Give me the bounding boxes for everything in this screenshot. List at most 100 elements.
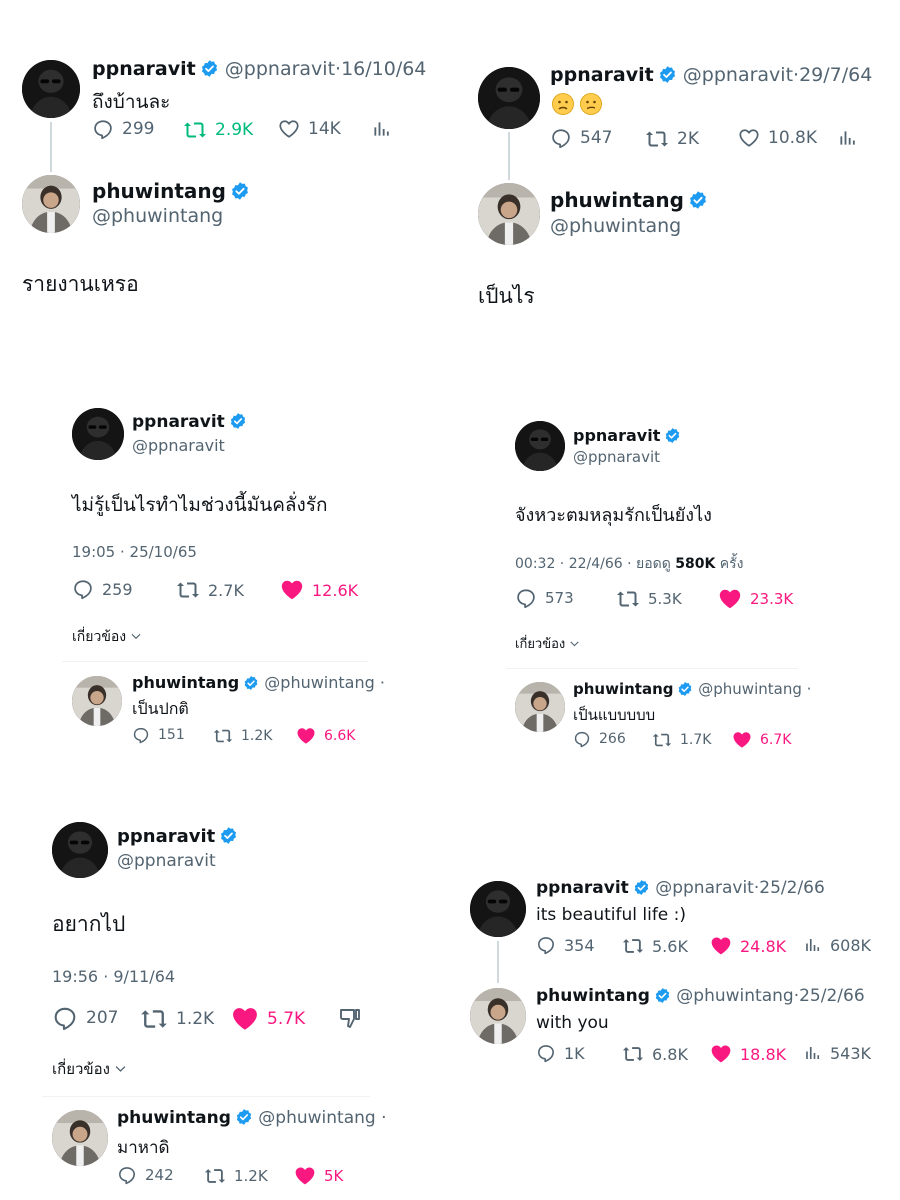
author-name[interactable]: ppnaravit — [117, 826, 215, 847]
like-button[interactable]: 5.7K — [231, 1005, 305, 1033]
reply-button[interactable]: 354 — [536, 935, 595, 955]
retweet-button[interactable]: 2.7K — [176, 578, 244, 602]
tweet-header: ppnaravit — [573, 426, 681, 445]
reply-retweet-button[interactable]: 1.7K — [652, 730, 711, 750]
ppnaravit-avatar[interactable] — [72, 408, 124, 460]
reply-handle[interactable]: @phuwintang · — [264, 673, 385, 692]
retweet-button[interactable]: 5.3K — [616, 587, 682, 611]
tweet-date[interactable]: 16/10/64 — [341, 58, 426, 80]
like-button[interactable]: 24.8K — [710, 935, 786, 957]
related-dropdown[interactable]: เกี่ยวข้อง — [52, 1057, 128, 1081]
ppnaravit-avatar[interactable] — [22, 60, 80, 118]
reply-button[interactable]: 299 — [92, 118, 154, 140]
reply-icon — [573, 730, 591, 748]
reply-author-name[interactable]: phuwintang — [573, 680, 673, 698]
views-button[interactable] — [372, 118, 400, 140]
reply-retweet-button[interactable]: 1.2K — [213, 726, 272, 746]
retweet-count: 2.9K — [215, 120, 254, 140]
reply-author-name[interactable]: phuwintang — [536, 986, 650, 1006]
author-handle[interactable]: @ppnaravit — [132, 436, 225, 455]
author-handle[interactable]: @ppnaravit — [225, 58, 335, 80]
reply-date[interactable]: 25/2/66 — [799, 986, 865, 1006]
reply-count: 259 — [102, 579, 133, 599]
reply-handle[interactable]: @phuwintang — [550, 215, 681, 237]
ppnaravit-avatar[interactable] — [52, 822, 108, 878]
reply-icon — [92, 118, 114, 140]
divider — [62, 661, 368, 662]
like-button[interactable]: 10.8K — [738, 127, 817, 149]
reply-handle[interactable]: @phuwintang — [676, 986, 793, 1006]
retweet-count: 1.2K — [241, 728, 273, 744]
author-handle[interactable]: @ppnaravit — [655, 878, 754, 898]
retweet-button[interactable]: 1.2K — [140, 1005, 214, 1033]
reply-author-name[interactable]: phuwintang — [117, 1108, 231, 1128]
author-handle[interactable]: @ppnaravit — [573, 448, 660, 466]
phuwintang-avatar[interactable] — [478, 183, 540, 245]
phuwintang-avatar[interactable] — [72, 676, 122, 726]
reply-text: เป็นแบบบบบ — [573, 706, 656, 724]
reply-button[interactable]: 207 — [52, 1005, 118, 1031]
reply-header: phuwintang @phuwintang · — [117, 1108, 387, 1128]
reply-retweet-button[interactable]: 6.8K — [622, 1043, 688, 1065]
views-button[interactable] — [838, 127, 866, 149]
retweet-button[interactable]: 2.9K — [183, 118, 253, 142]
dislike-button[interactable] — [338, 1006, 370, 1030]
tweet-timestamp[interactable]: 00:32 · 22/4/66 · ยอดดู — [515, 556, 675, 572]
reply-like-button[interactable]: 6.6K — [296, 726, 355, 746]
author-name[interactable]: ppnaravit — [550, 64, 654, 86]
reply-reply-button[interactable]: 151 — [132, 726, 185, 744]
author-name[interactable]: ppnaravit — [132, 412, 225, 432]
tweet-timestamp[interactable]: 19:05 · 25/10/65 — [72, 543, 197, 561]
retweet-icon — [140, 1005, 168, 1033]
reply-header: phuwintang — [550, 188, 708, 212]
like-button[interactable]: 23.3K — [718, 587, 793, 611]
retweet-icon — [183, 118, 207, 142]
reply-handle[interactable]: @phuwintang — [92, 205, 223, 227]
reply-header: phuwintang @phuwintang · — [573, 680, 811, 698]
reply-retweet-button[interactable]: 1.2K — [204, 1165, 268, 1187]
reply-button[interactable]: 259 — [72, 578, 133, 600]
reply-button[interactable]: 547 — [550, 127, 612, 149]
author-name[interactable]: ppnaravit — [573, 426, 660, 445]
phuwintang-avatar[interactable] — [22, 175, 80, 233]
tweet-timestamp[interactable]: 19:56 · 9/11/64 — [52, 967, 175, 986]
related-dropdown[interactable]: เกี่ยวข้อง — [72, 626, 143, 648]
reply-reply-button[interactable]: 1K — [536, 1043, 585, 1063]
author-handle[interactable]: @ppnaravit — [683, 64, 793, 86]
reply-author-name[interactable]: phuwintang — [92, 179, 226, 203]
reply-text: เป็นปกติ — [132, 699, 189, 718]
ppnaravit-avatar[interactable] — [470, 881, 526, 937]
phuwintang-avatar[interactable] — [52, 1110, 108, 1166]
reply-reply-button[interactable]: 242 — [117, 1165, 174, 1185]
tweet-date[interactable]: 25/2/66 — [759, 878, 825, 898]
retweet-button[interactable]: 2K — [645, 127, 699, 151]
retweet-button[interactable]: 5.6K — [622, 935, 688, 957]
like-button[interactable]: 12.6K — [280, 578, 358, 602]
phuwintang-avatar[interactable] — [515, 682, 565, 732]
ppnaravit-avatar[interactable] — [478, 67, 540, 129]
reply-handle[interactable]: @phuwintang · — [258, 1108, 386, 1128]
reply-views-button[interactable]: 543K — [804, 1043, 871, 1063]
author-name[interactable]: ppnaravit — [536, 878, 629, 898]
phuwintang-avatar[interactable] — [470, 988, 526, 1044]
verified-icon — [658, 65, 677, 84]
like-button[interactable]: 14K — [278, 118, 341, 140]
reply-like-button[interactable]: 18.8K — [710, 1043, 786, 1065]
reply-author-name[interactable]: phuwintang — [550, 188, 684, 212]
reply-button[interactable]: 573 — [515, 587, 574, 609]
reply-reply-button[interactable]: 266 — [573, 730, 626, 748]
author-handle[interactable]: @ppnaravit — [117, 851, 216, 871]
reply-count: 242 — [145, 1166, 174, 1184]
reply-count: 299 — [122, 119, 155, 139]
author-name[interactable]: ppnaravit — [92, 58, 196, 80]
reply-count: 151 — [158, 727, 185, 743]
tweet-date[interactable]: 29/7/64 — [799, 64, 872, 86]
reply-like-button[interactable]: 6.7K — [732, 730, 791, 750]
reply-like-button[interactable]: 5K — [294, 1165, 343, 1187]
reply-author-name[interactable]: phuwintang — [132, 673, 239, 692]
reply-handle[interactable]: @phuwintang · — [698, 680, 811, 698]
ppnaravit-avatar[interactable] — [515, 421, 565, 471]
verified-icon — [235, 1108, 253, 1126]
views-button[interactable]: 608K — [804, 935, 871, 955]
related-dropdown[interactable]: เกี่ยวข้อง — [515, 633, 581, 654]
